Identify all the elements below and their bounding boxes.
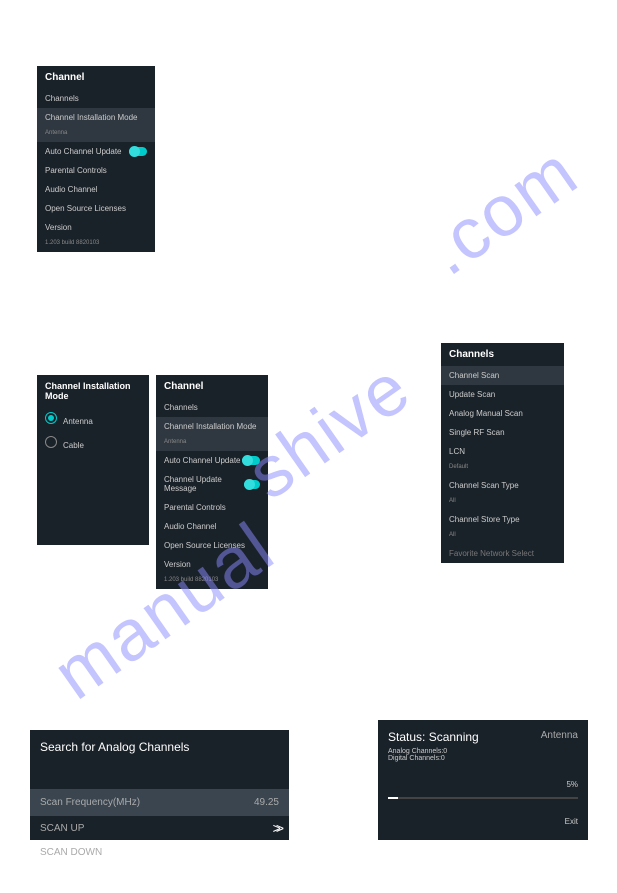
scan-up-item[interactable]: SCAN UP>> [30, 816, 289, 840]
store-type-item[interactable]: Channel Store Type [441, 510, 564, 529]
panel-title: Search for Analog Channels [30, 730, 289, 764]
analog-scan-item[interactable]: Analog Manual Scan [441, 404, 564, 423]
radio-on-icon [45, 412, 57, 424]
network-select-item[interactable]: Favorite Network Select [441, 544, 564, 563]
version-item: Version [37, 218, 155, 237]
lcn-item[interactable]: LCN [441, 442, 564, 461]
scan-type-value: All [441, 495, 564, 510]
toggle-icon[interactable] [242, 456, 260, 465]
parental-item[interactable]: Parental Controls [156, 498, 268, 517]
exit-button[interactable]: Exit [388, 817, 578, 826]
version-value: 1.203 build 8820103 [156, 574, 268, 589]
lcn-value: Default [441, 461, 564, 476]
channels-item[interactable]: Channels [156, 398, 268, 417]
scan-down-item[interactable]: SCAN DOWN>> [30, 840, 289, 864]
channel-panel-2: Channel Channels Channel Installation Mo… [156, 375, 268, 589]
store-type-value: All [441, 529, 564, 544]
install-mode-panel: Channel Installation Mode Antenna Cable [37, 375, 149, 545]
analog-count: Analog Channels:0 [388, 748, 578, 755]
radio-off-icon [45, 436, 57, 448]
watermark: .com [411, 130, 592, 291]
channel-panel-1: Channel Channels Channel Installation Mo… [37, 66, 155, 252]
chevron-right-icon: >> [273, 844, 279, 860]
channels-item[interactable]: Channels [37, 89, 155, 108]
audio-item[interactable]: Audio Channel [156, 517, 268, 536]
parental-item[interactable]: Parental Controls [37, 161, 155, 180]
version-item: Version [156, 555, 268, 574]
channel-scan-item[interactable]: Channel Scan [441, 366, 564, 385]
progress-pct: 5% [388, 780, 578, 789]
update-msg-item[interactable]: Channel Update Message [156, 470, 268, 498]
oss-item[interactable]: Open Source Licenses [37, 199, 155, 218]
panel-title: Channels [441, 343, 564, 366]
status-title: Status: ScanningAntenna [388, 730, 578, 744]
cable-option[interactable]: Cable [37, 431, 149, 455]
oss-item[interactable]: Open Source Licenses [156, 536, 268, 555]
audio-item[interactable]: Audio Channel [37, 180, 155, 199]
status-panel: Status: ScanningAntenna Analog Channels:… [378, 720, 588, 840]
scan-freq-item[interactable]: Scan Frequency(MHz)49.25 [30, 789, 289, 816]
channels-panel: Channels Channel Scan Update Scan Analog… [441, 343, 564, 563]
analog-search-panel: Search for Analog Channels Scan Frequenc… [30, 730, 289, 840]
install-mode-value: Antenna [156, 436, 268, 451]
install-mode-value: Antenna [37, 127, 155, 142]
auto-update-item[interactable]: Auto Channel Update [156, 451, 268, 470]
install-mode-item[interactable]: Channel Installation Mode [156, 417, 268, 436]
update-scan-item[interactable]: Update Scan [441, 385, 564, 404]
freq-value: 49.25 [254, 797, 279, 808]
version-value: 1.203 build 8820103 [37, 237, 155, 252]
progress-bar [388, 797, 578, 799]
chevron-right-icon: >> [273, 820, 279, 836]
scan-type-item[interactable]: Channel Scan Type [441, 476, 564, 495]
panel-title: Channel [156, 375, 268, 398]
panel-title: Channel [37, 66, 155, 89]
panel-title: Channel Installation Mode [37, 375, 149, 407]
single-rf-item[interactable]: Single RF Scan [441, 423, 564, 442]
toggle-icon[interactable] [129, 147, 147, 156]
install-mode-item[interactable]: Channel Installation Mode [37, 108, 155, 127]
toggle-icon[interactable] [244, 480, 260, 489]
auto-update-item[interactable]: Auto Channel Update [37, 142, 155, 161]
digital-count: Digital Channels:0 [388, 755, 578, 762]
antenna-option[interactable]: Antenna [37, 407, 149, 431]
